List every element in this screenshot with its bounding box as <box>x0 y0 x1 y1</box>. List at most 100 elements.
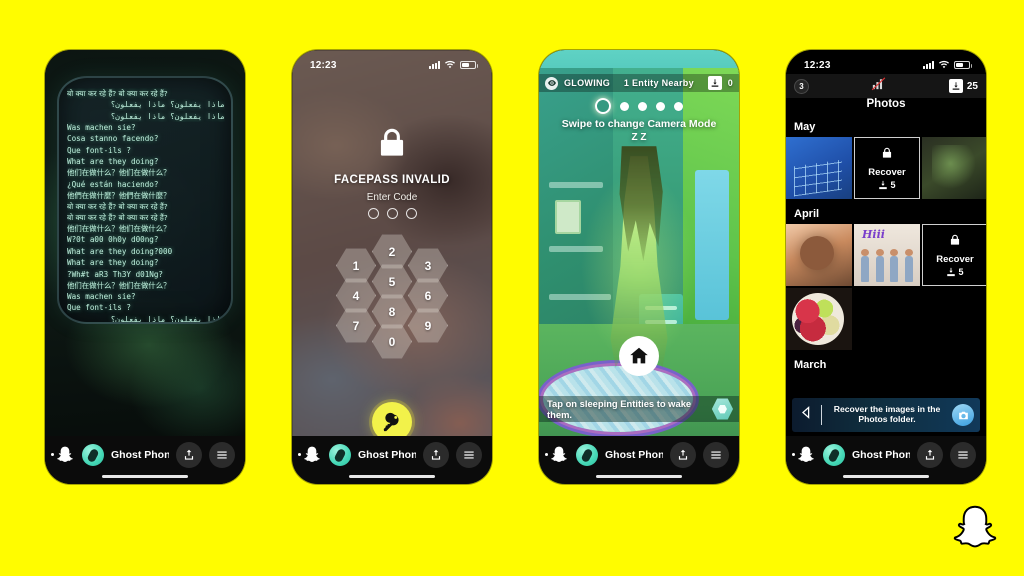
facepass-subtitle: Enter Code <box>366 192 418 203</box>
recover-toast-message: Recover the images in the Photos folder. <box>833 404 941 424</box>
photos-chip-icon <box>952 404 974 426</box>
menu-button[interactable] <box>950 442 976 468</box>
screenshot-canvas: बो क्या कर रहे हैं? बो क्या कर रहे हैं? م… <box>0 0 1024 576</box>
recover-count: 5 <box>946 267 964 277</box>
camera-mode-dot[interactable] <box>595 98 611 114</box>
key-icon <box>383 412 399 432</box>
dark-leaf-photo[interactable] <box>922 137 986 199</box>
menu-button[interactable] <box>209 442 235 468</box>
notification-dot <box>298 453 301 456</box>
snapchat-ghost-logo <box>948 502 1002 554</box>
keypad-key-3[interactable]: 3 <box>408 248 448 283</box>
hex-keypad[interactable]: 1234567890 <box>336 234 448 359</box>
share-icon <box>925 449 935 460</box>
eye-icon <box>545 76 558 90</box>
screen-ghost-text: बो क्या कर रहे हैं? बो क्या कर रहे हैं? م… <box>45 50 245 484</box>
blueprint-photo[interactable] <box>786 137 852 199</box>
snapchat-ghost-icon[interactable] <box>792 445 816 465</box>
keypad-key-2[interactable]: 2 <box>372 234 412 269</box>
photos-row: Recover 5 <box>786 137 986 201</box>
camera-mode-dots[interactable] <box>539 98 739 114</box>
room-picture-frame <box>555 200 581 234</box>
home-button[interactable] <box>619 336 659 376</box>
ghost-message-line: Que font-ils ? <box>67 145 132 155</box>
keypad-key-0[interactable]: 0 <box>372 324 412 359</box>
status-bar <box>539 50 739 74</box>
camera-mode-dot[interactable] <box>656 101 665 111</box>
keypad-key-4[interactable]: 4 <box>336 278 376 313</box>
lock-icon <box>880 146 894 165</box>
ghost-message-line: What are they doing?000 <box>67 246 173 256</box>
ghost-message-line: What are they doing? <box>67 157 159 167</box>
keypad-key-8[interactable]: 8 <box>372 294 412 329</box>
camera-mode-dot[interactable] <box>638 101 647 111</box>
download-box-icon[interactable] <box>948 79 963 93</box>
code-dot <box>386 208 398 219</box>
photos-row: Hiii Recover 5 <box>786 224 986 288</box>
home-indicator <box>843 474 929 478</box>
lens-name-label: Ghost Phone <box>852 449 910 461</box>
room-window <box>695 170 729 320</box>
camera-mode-dot[interactable] <box>674 101 683 111</box>
menu-button[interactable] <box>703 442 729 468</box>
hex-entity-icon[interactable] <box>711 398 733 420</box>
ghost-message-line: ماذا يفعلون؟ ماذا يفعلون؟ <box>110 100 225 110</box>
ghost-message-line: Was machen sie? <box>67 122 136 132</box>
download-box-icon[interactable] <box>707 76 722 90</box>
share-button[interactable] <box>423 442 449 468</box>
recover-label: Recover <box>868 167 906 178</box>
photos-month-header: March <box>794 359 827 371</box>
back-triangle-icon[interactable] <box>798 404 815 426</box>
ghost-message-line: Que font-ils ? <box>67 303 132 313</box>
snapchat-ghost-icon[interactable] <box>51 445 75 465</box>
share-icon <box>678 449 688 460</box>
ghost-message-line: बो क्या कर रहे हैं? बो क्या कर रहे हैं? <box>67 89 168 98</box>
share-button[interactable] <box>917 442 943 468</box>
ghost-message-line: 他们在做什么？他们在做什么？ <box>67 168 171 178</box>
keypad-key-5[interactable]: 5 <box>372 264 412 299</box>
lens-chip-icon[interactable] <box>576 444 598 466</box>
group-photo[interactable]: Hiii <box>854 224 920 286</box>
phone-mockup-facepass: 12:23 FACEPASS INVALID Enter Code 123456… <box>292 50 492 484</box>
share-icon <box>184 449 194 460</box>
recover-tile[interactable]: Recover 5 <box>922 224 986 286</box>
ghost-message-line: ماذا يفعلون؟ ماذا يفعلون؟ <box>110 314 225 324</box>
lens-chip-icon[interactable] <box>823 444 845 466</box>
strawberries-photo[interactable] <box>786 288 852 350</box>
back-count-badge[interactable]: 3 <box>794 78 809 94</box>
keypad-key-1[interactable]: 1 <box>336 248 376 283</box>
wifi-icon <box>939 60 949 69</box>
phone-mockup-photos: 12:23 3 25 Photos May Recover 5 April Hi… <box>786 50 986 484</box>
ghost-message-line: 他們在做什麼？他們在做什麼？ <box>67 190 171 200</box>
status-bar: 12:23 <box>786 50 986 74</box>
download-box-icon <box>879 180 888 190</box>
menu-button[interactable] <box>456 442 482 468</box>
share-icon <box>431 449 441 460</box>
snapchat-ghost-icon[interactable] <box>545 445 569 465</box>
signal-blocked-icon <box>870 75 887 97</box>
battery-icon <box>460 61 478 69</box>
photos-scroll-area[interactable]: May Recover 5 April Hiii Recover 5 March <box>786 114 986 436</box>
camera-mode-dot[interactable] <box>620 101 629 111</box>
recover-tile[interactable]: Recover 5 <box>854 137 920 199</box>
snapchat-ghost-icon[interactable] <box>298 445 322 465</box>
share-button[interactable] <box>176 442 202 468</box>
keypad-key-6[interactable]: 6 <box>408 278 448 313</box>
swipe-hint-label: Swipe to change Camera Mode <box>561 118 717 130</box>
status-bar: 12:23 <box>292 50 492 74</box>
ghost-message-line: Was machen sie? <box>67 292 136 302</box>
wifi-icon <box>445 60 455 69</box>
lens-chip-icon[interactable] <box>329 444 351 466</box>
share-button[interactable] <box>670 442 696 468</box>
keypad-key-9[interactable]: 9 <box>408 308 448 343</box>
lens-chip-icon[interactable] <box>82 444 104 466</box>
phone-mockup-entity-camera: GLOWING 1 Entity Nearby 0 Swipe to chang… <box>539 50 739 484</box>
portrait-photo[interactable] <box>786 224 852 286</box>
lens-glyph <box>827 447 841 463</box>
ghost-message-line: ?Wh#t aR3 Th3Y d01Ng? <box>67 269 164 279</box>
keypad-key-7[interactable]: 7 <box>336 308 376 343</box>
ghost-message-line: What are they doing? <box>67 258 159 268</box>
photos-month-header: May <box>794 121 816 133</box>
code-dot <box>405 208 417 219</box>
ghost-message-line: Cosa stanno facendo? <box>67 134 159 144</box>
